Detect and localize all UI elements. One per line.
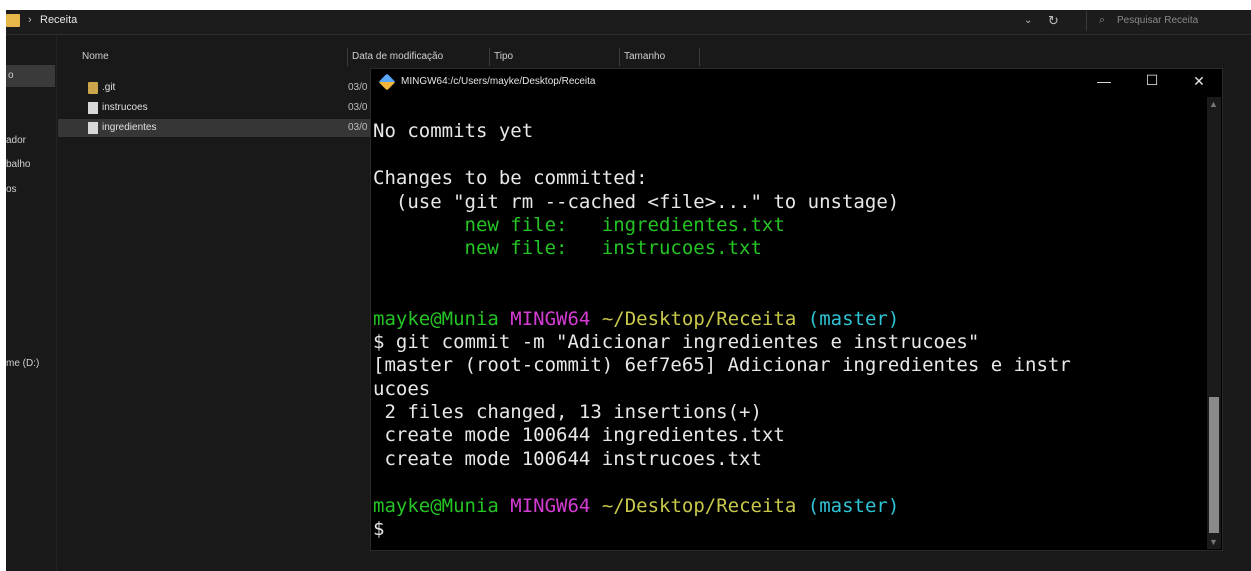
mingw-icon bbox=[378, 73, 396, 91]
column-header-name[interactable]: Nome bbox=[78, 48, 348, 66]
file-name: .git bbox=[102, 82, 116, 93]
search-box[interactable]: ⌕ bbox=[1086, 11, 1250, 31]
terminal-window[interactable]: MINGW64:/c/Users/mayke/Desktop/Receita —… bbox=[370, 68, 1223, 551]
terminal-output[interactable]: No commits yet Changes to be committed: (… bbox=[373, 97, 1203, 547]
terminal-prompt-line: mayke@Munia MINGW64 ~/Desktop/Receita (m… bbox=[373, 308, 1203, 331]
close-button[interactable]: ✕ bbox=[1184, 73, 1214, 90]
sidebar-item-drive-d[interactable]: me (D:) bbox=[6, 358, 39, 369]
terminal-titlebar[interactable]: MINGW64:/c/Users/mayke/Desktop/Receita —… bbox=[371, 69, 1222, 97]
file-row[interactable]: .git 03/0 bbox=[58, 79, 376, 97]
terminal-line: ucoes bbox=[373, 377, 431, 400]
file-name: ingredientes bbox=[102, 122, 157, 133]
minimize-button[interactable]: — bbox=[1089, 73, 1119, 89]
terminal-line: (use "git rm --cached <file>..." to unst… bbox=[373, 190, 900, 213]
staged-file: instrucoes.txt bbox=[601, 237, 762, 260]
prompt-user: mayke@Munia bbox=[373, 494, 499, 517]
file-date: 03/0 bbox=[348, 102, 368, 113]
file-name: instrucoes bbox=[102, 102, 148, 113]
prompt-branch: (master) bbox=[807, 494, 900, 517]
terminal-line-empty bbox=[373, 261, 1203, 284]
terminal-line-staged: new file: instrucoes.txt bbox=[373, 237, 1203, 260]
terminal-scrollbar[interactable]: ▲ ▼ bbox=[1207, 97, 1221, 549]
text-file-icon bbox=[88, 122, 98, 134]
search-icon: ⌕ bbox=[1099, 14, 1106, 26]
navigation-pane: o ador balho os me (D:) bbox=[6, 35, 57, 571]
sidebar-item[interactable]: ador bbox=[6, 135, 26, 146]
prompt-path: ~/Desktop/Receita bbox=[601, 307, 797, 330]
file-date: 03/0 bbox=[348, 82, 368, 93]
terminal-prompt-line: mayke@Munia MINGW64 ~/Desktop/Receita (m… bbox=[373, 495, 1203, 518]
terminal-line: No commits yet bbox=[373, 120, 534, 143]
maximize-button[interactable]: ☐ bbox=[1137, 72, 1167, 89]
sidebar-item[interactable]: os bbox=[6, 184, 17, 195]
text-file-icon bbox=[88, 102, 98, 114]
breadcrumb-separator: › bbox=[28, 14, 32, 26]
folder-icon bbox=[6, 14, 20, 27]
staged-label: new file: bbox=[373, 213, 602, 236]
staged-label: new file: bbox=[373, 237, 602, 260]
file-date: 03/0 bbox=[348, 122, 368, 133]
search-input[interactable] bbox=[1117, 13, 1245, 28]
column-header-size[interactable]: Tamanho bbox=[620, 48, 700, 66]
chevron-down-icon[interactable]: ⌄ bbox=[1024, 15, 1032, 26]
prompt-path: ~/Desktop/Receita bbox=[601, 494, 797, 517]
terminal-line-empty bbox=[373, 284, 1203, 307]
scrollbar-thumb[interactable] bbox=[1209, 397, 1219, 533]
sidebar-item[interactable]: balho bbox=[6, 159, 30, 170]
terminal-line: 2 files changed, 13 insertions(+) bbox=[373, 401, 762, 424]
breadcrumb-item-receita[interactable]: Receita bbox=[40, 14, 77, 26]
file-row-selected[interactable]: ingredientes 03/0 bbox=[58, 119, 376, 137]
address-bar[interactable]: › Receita ⌄ ↻ ⌕ bbox=[6, 10, 1251, 35]
prompt-system: MINGW64 bbox=[510, 307, 591, 330]
column-header-date[interactable]: Data de modificação bbox=[348, 48, 490, 66]
file-row[interactable]: instrucoes 03/0 bbox=[58, 99, 376, 117]
terminal-title: MINGW64:/c/Users/mayke/Desktop/Receita bbox=[401, 76, 596, 87]
terminal-line: create mode 100644 instrucoes.txt bbox=[373, 447, 762, 470]
prompt-user: mayke@Munia bbox=[373, 307, 499, 330]
terminal-line-empty bbox=[373, 144, 1203, 167]
column-header-type[interactable]: Tipo bbox=[490, 48, 620, 66]
terminal-line: [master (root-commit) 6ef7e65] Adicionar… bbox=[373, 354, 1071, 377]
terminal-prompt[interactable]: $ bbox=[373, 518, 1203, 541]
staged-file: ingredientes.txt bbox=[601, 213, 785, 236]
terminal-line: Changes to be committed: bbox=[373, 167, 648, 190]
prompt-branch: (master) bbox=[807, 307, 900, 330]
scroll-up-icon[interactable]: ▲ bbox=[1209, 99, 1218, 109]
terminal-line-staged: new file: ingredientes.txt bbox=[373, 214, 1203, 237]
refresh-icon[interactable]: ↻ bbox=[1048, 13, 1059, 29]
terminal-line: create mode 100644 ingredientes.txt bbox=[373, 424, 785, 447]
sidebar-item[interactable]: o bbox=[6, 65, 55, 87]
scroll-down-icon[interactable]: ▼ bbox=[1209, 537, 1218, 547]
terminal-command: $ git commit -m "Adicionar ingredientes … bbox=[373, 330, 980, 353]
terminal-line-empty bbox=[373, 471, 1203, 494]
prompt-system: MINGW64 bbox=[510, 494, 591, 517]
folder-icon bbox=[88, 82, 98, 94]
